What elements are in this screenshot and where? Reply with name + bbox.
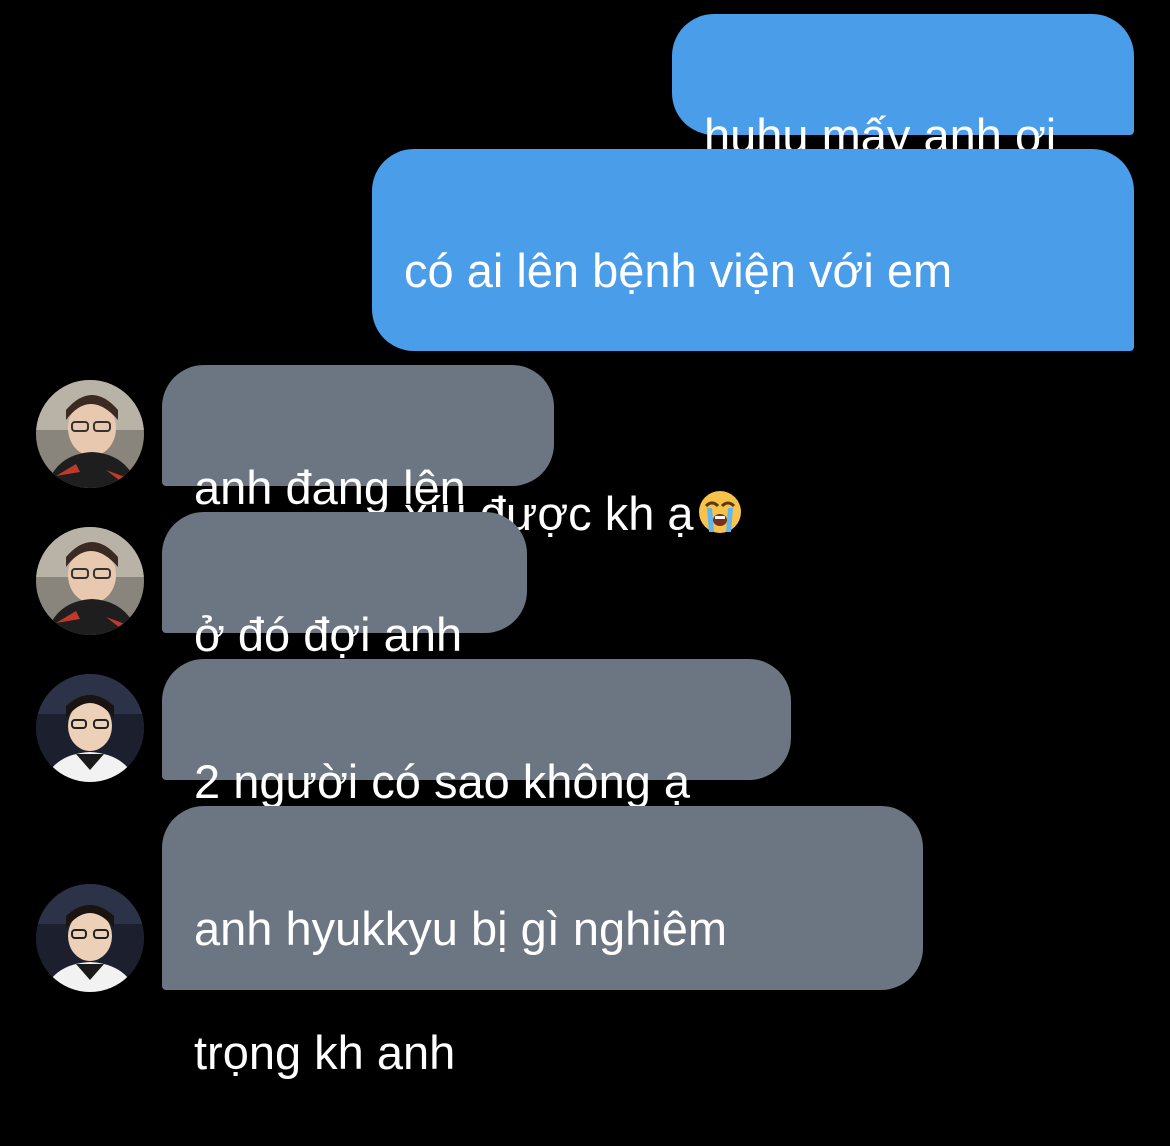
- message-text: 2 người có sao không ạ: [194, 755, 691, 808]
- avatar[interactable]: [36, 674, 144, 782]
- avatar[interactable]: [36, 527, 144, 635]
- incoming-message-bubble[interactable]: anh đang lên: [162, 365, 554, 514]
- message-text: anh đang lên: [194, 461, 466, 514]
- loudly-crying-face-icon: [696, 426, 744, 551]
- avatar[interactable]: [36, 884, 144, 992]
- avatar[interactable]: [36, 380, 144, 488]
- message-text-line: anh hyukkyu bị gì nghiêm: [194, 902, 727, 955]
- message-text: ở đó đợi anh: [194, 608, 463, 661]
- incoming-message-bubble[interactable]: anh hyukkyu bị gì nghiêm trọng kh anh: [162, 806, 923, 1079]
- message-text-line: trọng kh anh: [194, 1026, 456, 1079]
- outgoing-message-bubble[interactable]: có ai lên bệnh viện với em xíu được kh ạ: [372, 149, 1134, 540]
- incoming-message-bubble[interactable]: ở đó đợi anh: [162, 512, 527, 661]
- chat-thread: huhu mấy anh ơi có ai lên bệnh viện với …: [0, 0, 1170, 1079]
- message-text-line: có ai lên bệnh viện với em: [404, 244, 953, 297]
- outgoing-message-bubble[interactable]: huhu mấy anh ơi: [672, 14, 1134, 162]
- incoming-message-bubble[interactable]: 2 người có sao không ạ: [162, 659, 791, 808]
